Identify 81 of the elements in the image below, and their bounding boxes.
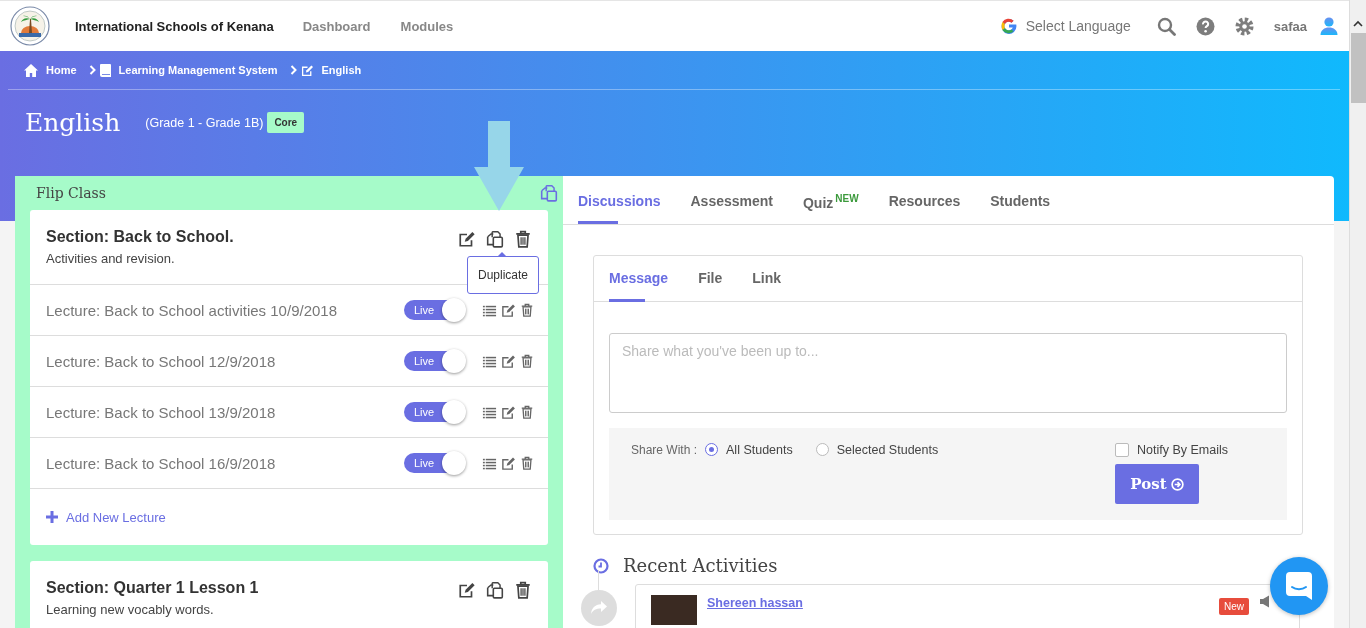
user-name[interactable]: safaa (1273, 18, 1307, 34)
checkbox-label[interactable]: Notify By Emails (1137, 442, 1228, 458)
new-label: NEW (835, 193, 859, 204)
live-toggle[interactable]: Live (404, 402, 464, 422)
school-logo[interactable] (10, 6, 50, 46)
lecture-title[interactable]: Lecture: Back to School 12/9/2018 (46, 352, 404, 370)
page-title: English (25, 108, 121, 137)
tab[interactable]: Quiz$^{NEW}$ (788, 176, 874, 224)
panel-title: Flip Class (36, 185, 106, 201)
settings-icon[interactable] (1234, 16, 1254, 36)
scrollbar[interactable] (1349, 0, 1366, 628)
chevron-icon (289, 65, 297, 75)
tab[interactable]: File (698, 256, 753, 301)
photo-placeholder (651, 595, 697, 625)
section-title: Section: Quarter 1 Lesson 1 (46, 579, 259, 597)
radio-button[interactable] (815, 443, 829, 456)
arrow-circle-icon (1170, 477, 1184, 491)
scroll-up-icon[interactable] (1353, 20, 1363, 27)
nav-link[interactable]: Modules (385, 18, 469, 34)
clock-icon (593, 557, 609, 574)
grade-label: (Grade 1 - Grade 1B) (145, 115, 264, 130)
add-lecture-link[interactable]: Add New Lecture (30, 489, 548, 545)
plus-icon (46, 511, 58, 523)
message-field[interactable]: Share what you've been up to... (609, 333, 1287, 413)
edit-icon[interactable] (501, 353, 516, 369)
chevron-icon (88, 65, 96, 75)
tab[interactable]: Assessment (675, 176, 788, 224)
live-toggle[interactable]: Live (404, 300, 464, 320)
home-icon (24, 63, 38, 77)
trash-icon[interactable] (514, 230, 532, 248)
section-description: Learning new vocably words. (46, 602, 215, 617)
edit-icon (300, 63, 314, 77)
language-selector[interactable]: Select Language (1025, 18, 1131, 34)
breadcrumb-link[interactable]: English (321, 64, 362, 76)
edit-icon[interactable] (501, 404, 516, 420)
tab[interactable]: Message (609, 256, 699, 301)
google-icon (999, 17, 1018, 35)
trash-icon[interactable] (520, 404, 534, 419)
edit-icon[interactable] (458, 581, 476, 599)
edit-icon[interactable] (458, 230, 476, 248)
radio-label[interactable]: Selected Students (836, 442, 939, 458)
section-description: Activities and revision. (46, 251, 176, 266)
checkbox[interactable] (1115, 443, 1129, 457)
school-name[interactable]: International Schools of Kenana (75, 18, 274, 34)
scrollbar-thumb[interactable] (1350, 33, 1366, 103)
radio-button[interactable] (705, 443, 719, 456)
help-icon[interactable] (1195, 16, 1215, 36)
lecture-title[interactable]: Lecture: Back to School 16/9/2018 (46, 454, 404, 472)
search-icon[interactable] (1156, 16, 1176, 36)
post-button[interactable]: Post (1115, 464, 1199, 504)
lecture-title[interactable]: Lecture: Back to School activities 10/9/2018 (46, 301, 404, 319)
tab[interactable]: Resources (873, 176, 976, 224)
live-toggle[interactable]: Live (404, 453, 464, 473)
book-icon (99, 63, 111, 77)
trash-icon[interactable] (520, 455, 534, 470)
nav-link[interactable]: Dashboard (287, 18, 386, 34)
lecture-title[interactable]: Lecture: Back to School 13/9/2018 (46, 403, 404, 421)
radio-label[interactable]: All Students (726, 442, 793, 458)
trash-icon[interactable] (520, 353, 534, 368)
section-heading: Recent Activities (623, 555, 778, 576)
new-badge: New (1219, 598, 1249, 615)
edit-icon[interactable] (501, 455, 516, 471)
tab[interactable]: Discussions (578, 176, 676, 224)
copy-icon[interactable] (486, 230, 504, 248)
breadcrumb-link[interactable]: Home (46, 64, 77, 76)
live-toggle[interactable]: Live (404, 351, 464, 371)
section-title: Section: Back to School. (46, 228, 234, 246)
user-avatar-icon[interactable] (1319, 16, 1339, 36)
share-with-label: Share With : (631, 442, 698, 459)
author-link[interactable]: Shereen hassan (707, 596, 1209, 610)
trash-icon[interactable] (520, 302, 534, 317)
chat-icon (1285, 571, 1313, 601)
share-arrow-icon (590, 600, 608, 616)
edit-icon[interactable] (501, 302, 516, 318)
trash-icon[interactable] (514, 581, 532, 599)
tab[interactable]: Students (975, 176, 1066, 224)
add-lecture-label[interactable]: Add New Lecture (66, 509, 166, 525)
copy-icon[interactable] (486, 581, 504, 599)
breadcrumb-link[interactable]: Learning Management System (118, 64, 278, 76)
tab[interactable]: Link (752, 256, 812, 301)
core-badge: Core (267, 112, 305, 133)
